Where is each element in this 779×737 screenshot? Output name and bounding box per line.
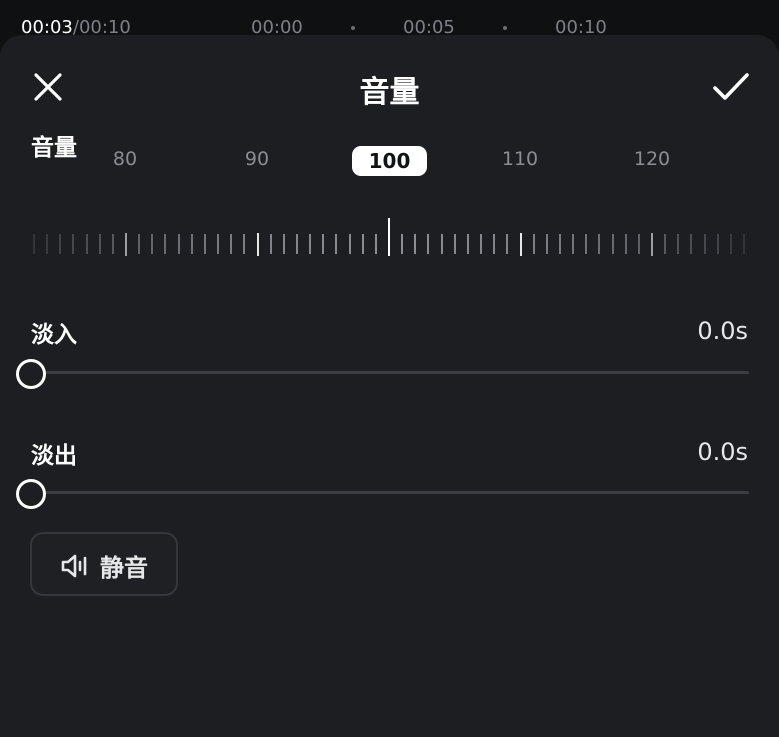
fade-in-value: 0.0s [697,317,748,345]
ruler-minor-tick [72,234,74,254]
ruler-minor-tick [112,234,114,254]
ruler-minor-tick [283,234,285,254]
ruler-minor-tick [164,234,166,254]
volume-value-badge: 100 [352,146,427,176]
ruler-minor-tick [33,234,35,254]
ruler-minor-tick [704,234,706,254]
ruler-minor-tick [86,234,88,254]
ruler-minor-tick [612,234,614,254]
timeline-dot [351,26,355,30]
ruler-label: 120 [633,148,671,170]
ruler-minor-tick [598,234,600,254]
sheet-title: 音量 [359,75,420,110]
timeline-dot [503,26,507,30]
ruler-major-tick [125,233,127,256]
ruler-minor-tick [204,234,206,254]
ruler-minor-tick [191,234,193,254]
fade-out-slider-knob[interactable] [16,479,46,509]
ruler-minor-tick [638,234,640,254]
fade-out-value: 0.0s [697,438,748,466]
mute-label: 静音 [100,554,148,582]
ruler-minor-tick [480,234,482,254]
speaker-mute-icon [61,554,87,578]
ruler-minor-tick [506,234,508,254]
ruler-minor-tick [178,234,180,254]
ruler-minor-tick [677,234,679,254]
ruler-minor-tick [362,234,364,254]
ruler-minor-tick [349,234,351,254]
fade-in-slider-knob[interactable] [16,359,46,389]
ruler-minor-tick [309,234,311,254]
ruler-minor-tick [467,234,469,254]
check-icon [713,73,749,100]
ruler-minor-tick [322,234,324,254]
fade-in-track[interactable] [30,371,749,374]
ruler-minor-tick [572,234,574,254]
fade-out-label: 淡出 [31,443,77,469]
ruler-minor-tick [414,234,416,254]
fade-in-label: 淡入 [31,322,77,348]
ruler-minor-tick [401,234,403,254]
ruler-label: 110 [501,148,539,170]
ruler-minor-tick [243,234,245,254]
ruler-minor-tick [546,234,548,254]
ruler-minor-tick [730,234,732,254]
ruler-major-tick [520,233,522,256]
ruler-minor-tick [559,234,561,254]
ruler-major-tick [651,233,653,256]
ruler-minor-tick [296,234,298,254]
ruler-minor-tick [375,234,377,254]
ruler-minor-tick [230,234,232,254]
confirm-button[interactable] [710,69,752,105]
ruler-minor-tick [493,234,495,254]
ruler-minor-tick [717,234,719,254]
ruler-minor-tick [335,234,337,254]
ruler-minor-tick [585,234,587,254]
ruler-minor-tick [138,234,140,254]
ruler-minor-tick [427,234,429,254]
ruler-minor-tick [743,234,745,254]
ruler-label: 90 [244,148,270,170]
ruler-label: 80 [112,148,138,170]
ruler-minor-tick [664,234,666,254]
ruler-minor-tick [151,234,153,254]
ruler-minor-tick [270,234,272,254]
ruler-minor-tick [625,234,627,254]
ruler-minor-tick [690,234,692,254]
fade-out-track[interactable] [30,491,749,494]
ruler-minor-tick [441,234,443,254]
ruler-minor-tick [46,234,48,254]
ruler-minor-tick [454,234,456,254]
ruler-minor-tick [533,234,535,254]
ruler-minor-tick [217,234,219,254]
ruler-major-tick [257,233,259,256]
ruler-minor-tick [99,234,101,254]
ruler-center-tick [388,218,390,256]
mute-button[interactable]: 静音 [30,532,178,596]
ruler-minor-tick [59,234,61,254]
